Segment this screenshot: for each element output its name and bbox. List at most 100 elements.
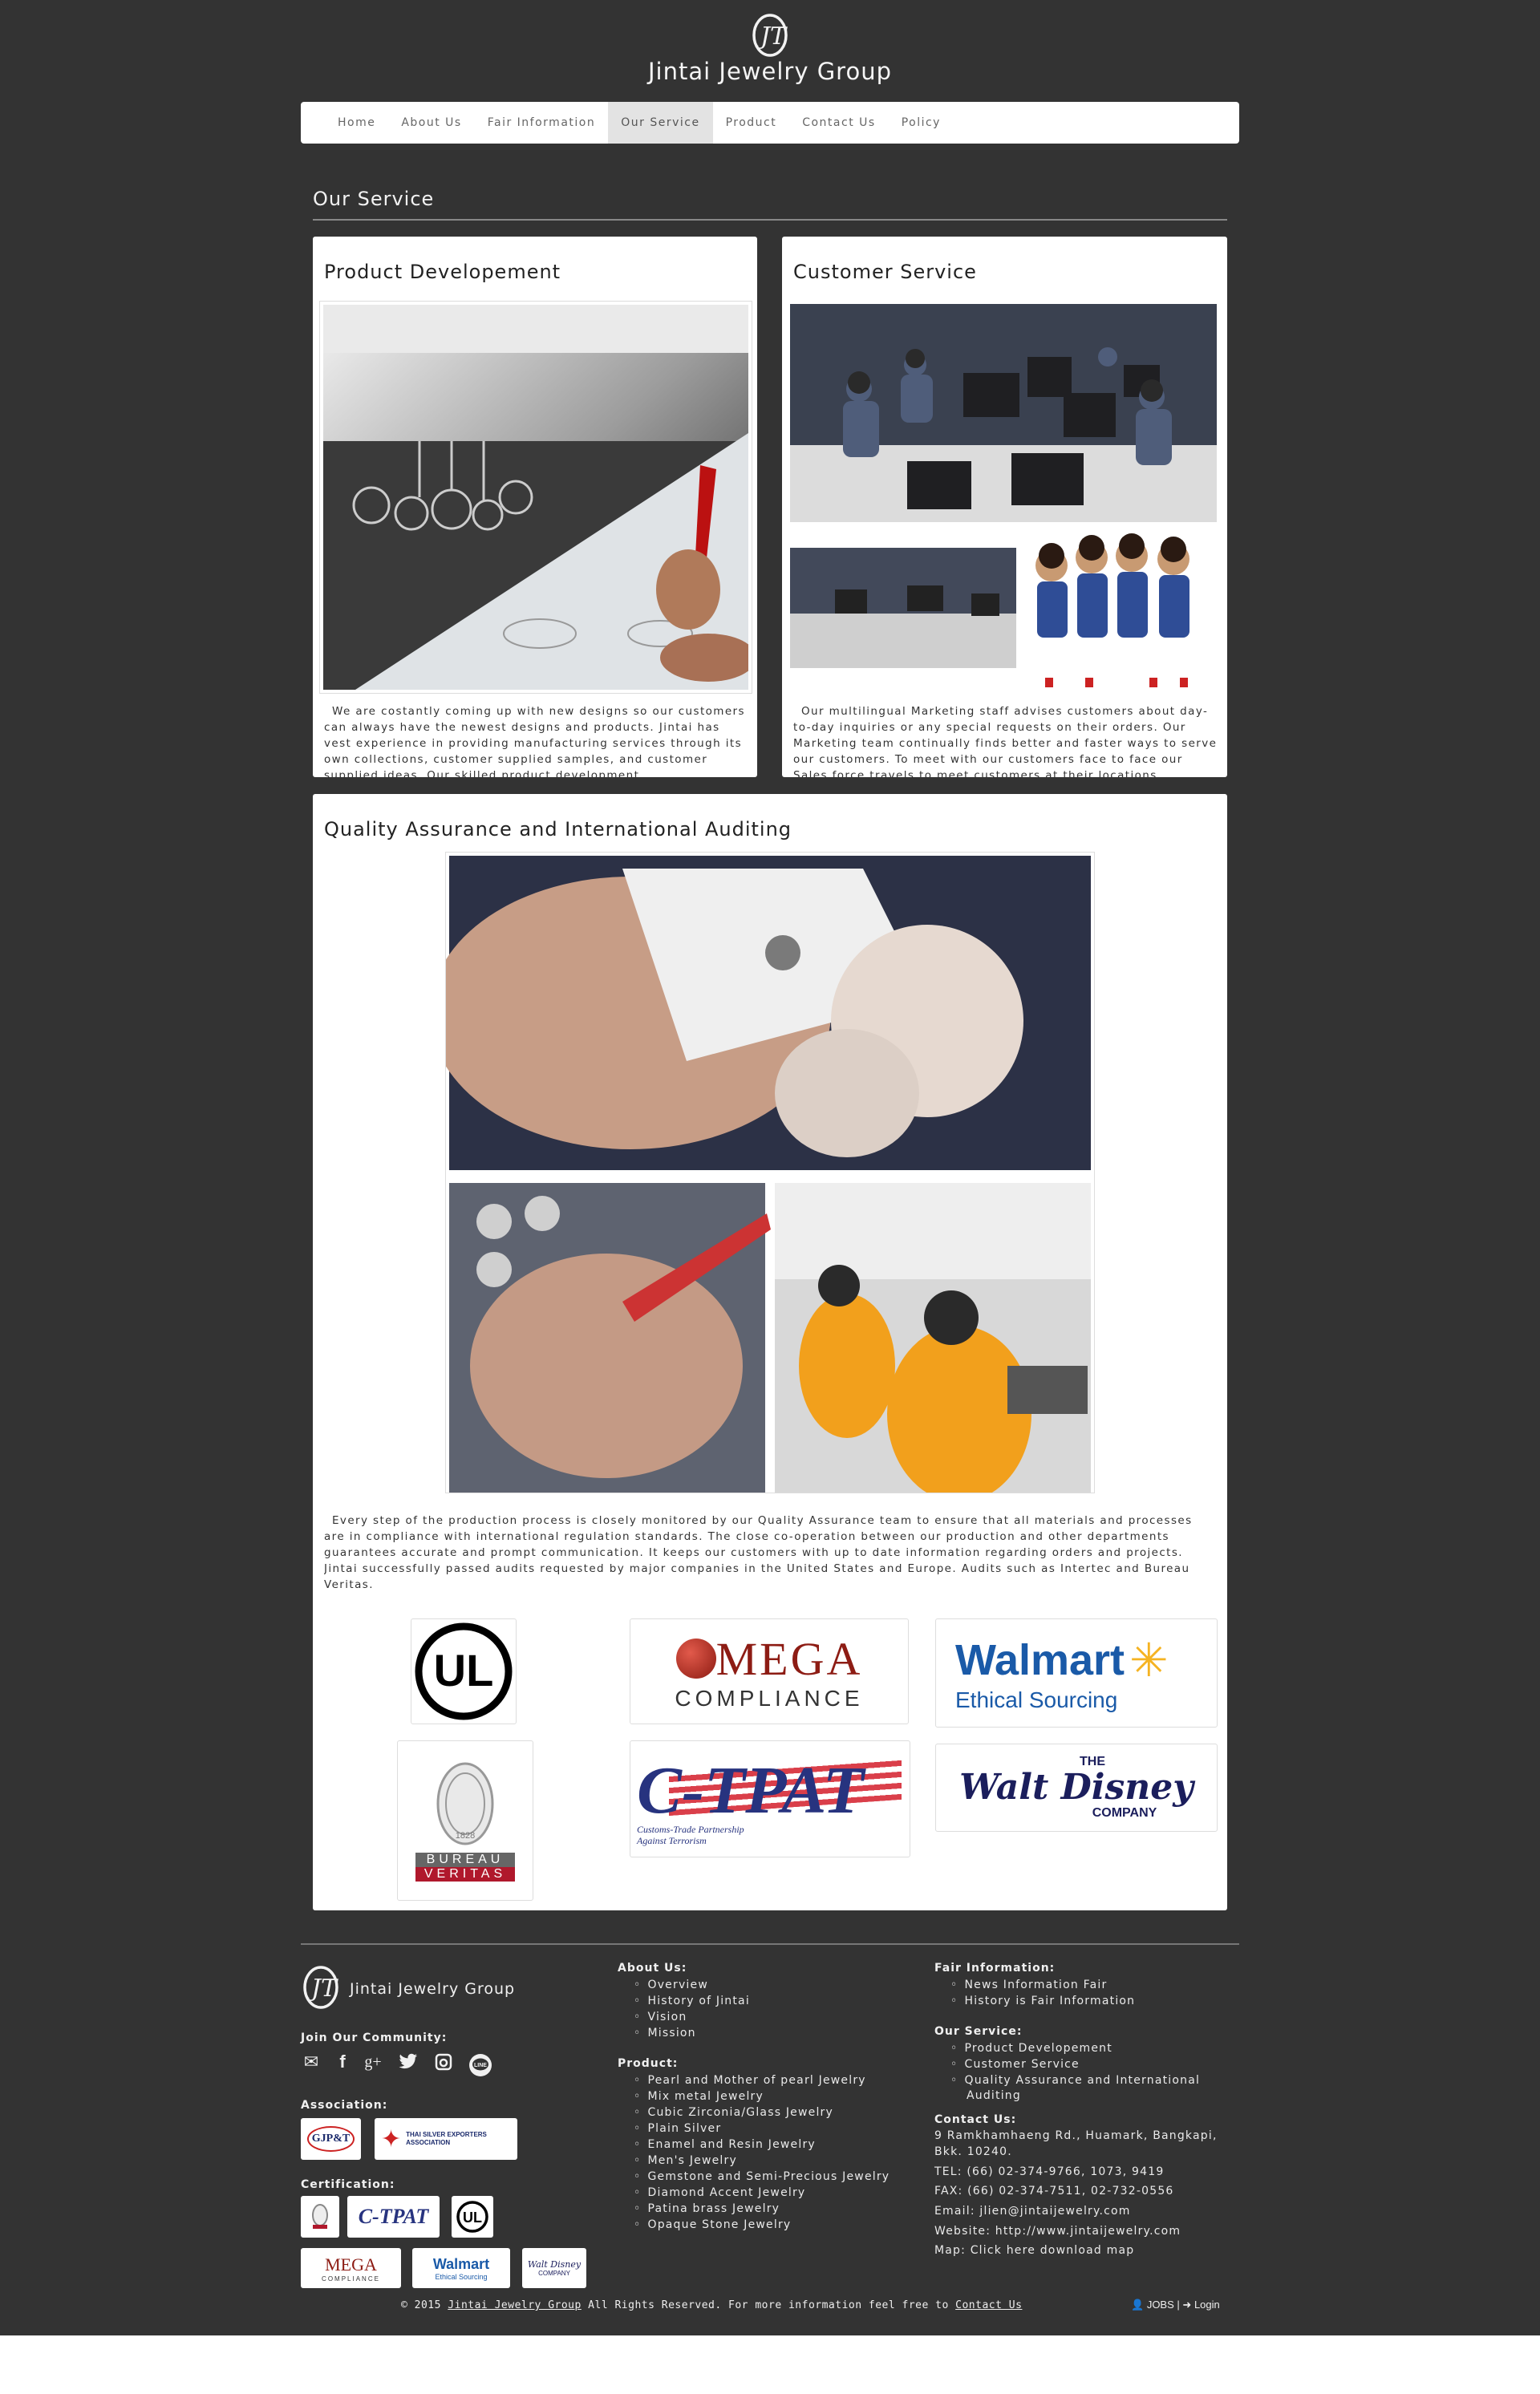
copyright-text: All Rights Reserved. For more informatio… <box>588 2299 949 2311</box>
nav-policy[interactable]: Policy <box>889 102 954 144</box>
footer-link[interactable]: Vision <box>634 2009 750 2025</box>
footer-link[interactable]: Overview <box>634 1977 750 1993</box>
product-links: Pearl and Mother of pearl Jewelry Mix me… <box>634 2072 890 2233</box>
about-heading: About Us: <box>618 1962 687 1975</box>
mail-icon[interactable]: ✉ <box>301 2052 322 2072</box>
disney-sub-text: COMPANY <box>1092 1806 1157 1820</box>
twitter-icon[interactable] <box>398 2052 419 2072</box>
card-title: Product Developement <box>324 261 561 283</box>
footer-link[interactable]: News Information Fair <box>950 1977 1135 1993</box>
footer-link[interactable]: Diamond Accent Jewelry <box>634 2185 890 2201</box>
footer-link[interactable]: Mix metal Jewelry <box>634 2088 890 2104</box>
ul-logo: UL <box>411 1618 517 1724</box>
copyright-contact-link[interactable]: Contact Us <box>955 2299 1022 2311</box>
footer-link[interactable]: Pearl and Mother of pearl Jewelry <box>634 2072 890 2088</box>
card-product-development: Product Developement We are costantly co… <box>313 237 757 777</box>
nav-home[interactable]: Home <box>325 102 388 144</box>
footer-link[interactable]: Mission <box>634 2025 750 2041</box>
svg-text:UL: UL <box>463 2210 482 2226</box>
walmart-logo: Walmart ✳ Ethical Sourcing <box>935 1618 1218 1728</box>
card-customer-service: Customer Service Our multilingual Market… <box>782 237 1227 777</box>
customer-description: Our multilingual Marketing staff advises… <box>793 705 1218 777</box>
title-divider <box>313 219 1227 221</box>
thai-silver-text: THAI SILVER EXPORTERS ASSOCIATION <box>406 2131 487 2146</box>
google-plus-icon[interactable]: g+ <box>363 2052 383 2072</box>
footer-divider <box>301 1943 1239 1945</box>
disney-text: Walt Disney <box>959 1767 1194 1808</box>
footer-link[interactable]: Plain Silver <box>634 2121 890 2137</box>
facebook-icon[interactable]: f <box>332 2052 353 2072</box>
mega-compliance-logo: MEGA COMPLIANCE <box>630 1618 909 1724</box>
nav-contact-us[interactable]: Contact Us <box>789 102 888 144</box>
ctpat-logo: C-TPAT Customs-Trade Partnership Against… <box>630 1740 910 1857</box>
footer-link[interactable]: Cubic Zirconia/Glass Jewelry <box>634 2104 890 2121</box>
footer-ctpat-logo: C-TPAT <box>347 2196 440 2238</box>
quality-description: Every step of the production process is … <box>324 1514 1193 1591</box>
quality-inspection-photos <box>446 856 1091 1493</box>
footer-link[interactable]: History is Fair Information <box>950 1993 1135 2009</box>
walmart-subtext: Ethical Sourcing <box>955 1687 1118 1712</box>
nav-product[interactable]: Product <box>713 102 790 144</box>
footer-link[interactable]: Opaque Stone Jewelry <box>634 2217 890 2233</box>
footer-link[interactable]: Customer Service <box>950 2056 1200 2072</box>
jobs-link[interactable]: JOBS <box>1147 2299 1174 2311</box>
footer-link-continuation[interactable]: Auditing <box>967 2089 1021 2102</box>
walt-disney-logo: THE Walt Disney COMPANY <box>935 1744 1218 1832</box>
footer-mega-subtext: COMPLIANCE <box>322 2275 380 2283</box>
nav-our-service[interactable]: Our Service <box>608 102 713 144</box>
footer-bureau-veritas-logo <box>301 2196 339 2238</box>
association-heading: Association: <box>301 2099 388 2112</box>
card-title: Quality Assurance and International Audi… <box>324 818 792 841</box>
footer-link[interactable]: Gemstone and Semi-Precious Jewelry <box>634 2169 890 2185</box>
footer-ul-logo: UL <box>452 2196 493 2238</box>
card-quality-assurance: Quality Assurance and International Audi… <box>313 794 1227 1910</box>
mega-orb-icon <box>675 1639 716 1679</box>
customer-photo-frame <box>787 301 1220 694</box>
footer-link[interactable]: Quality Assurance and International <box>950 2072 1200 2088</box>
thai-silver-icon: ✦ <box>381 2125 402 2153</box>
contact-fax: FAX: (66) 02-374-7511, 02-732-0556 <box>934 2185 1174 2198</box>
jobs-login-bar: 👤 JOBS | ➜ Login <box>1131 2299 1220 2311</box>
contact-map[interactable]: Map: Click here download map <box>934 2244 1134 2257</box>
card-title: Customer Service <box>793 261 977 283</box>
fair-heading: Fair Information: <box>934 1962 1056 1975</box>
contact-email[interactable]: Email: jlien@jintaijewelry.com <box>934 2205 1131 2218</box>
footer-link[interactable]: Men's Jewelry <box>634 2153 890 2169</box>
contact-tel: TEL: (66) 02-374-9766, 1073, 9419 <box>934 2165 1165 2178</box>
footer-link[interactable]: History of Jintai <box>634 1993 750 2009</box>
bureau-veritas-logo: 1828 BUREAU VERITAS <box>397 1740 533 1901</box>
contact-website[interactable]: Website: http://www.jintaijewelry.com <box>934 2225 1181 2238</box>
footer-link[interactable]: Enamel and Resin Jewelry <box>634 2137 890 2153</box>
thai-silver-exporters-logo: ✦ THAI SILVER EXPORTERS ASSOCIATION <box>375 2118 517 2160</box>
nav-about-us[interactable]: About Us <box>388 102 474 144</box>
logo-icon[interactable]: JT <box>750 8 790 59</box>
footer-walmart-subtext: Ethical Sourcing <box>435 2272 488 2281</box>
footer-disney-logo: Walt Disney COMPANY <box>522 2248 586 2288</box>
nav-fair-information[interactable]: Fair Information <box>475 102 608 144</box>
page: JT Jintai Jewelry Group Home About Us Fa… <box>0 0 1540 2335</box>
footer-disney-text: Walt Disney <box>527 2259 582 2270</box>
svg-text:UL: UL <box>434 1645 494 1695</box>
login-link[interactable]: Login <box>1194 2299 1220 2311</box>
footer-link[interactable]: Product Developement <box>950 2040 1200 2056</box>
community-heading: Join Our Community: <box>301 2031 448 2044</box>
certification-heading: Certification: <box>301 2178 395 2191</box>
walmart-text: Walmart <box>955 1636 1125 1684</box>
product-heading: Product: <box>618 2057 679 2070</box>
footer-ctpat-text: C-TPAT <box>358 2205 429 2228</box>
product-description: We are costantly coming up with new desi… <box>324 705 745 777</box>
footer-link[interactable]: Patina brass Jewelry <box>634 2201 890 2217</box>
svg-text:JT: JT <box>306 1975 338 2003</box>
page-title: Our Service <box>313 188 435 210</box>
instagram-icon[interactable] <box>433 2052 454 2072</box>
address-line-1: 9 Ramkhamhaeng Rd., Huamark, Bangkapi, <box>934 2129 1218 2142</box>
line-icon[interactable]: LINE <box>468 2053 492 2077</box>
product-photo-frame <box>319 301 752 694</box>
address-line-2: Bkk. 10240. <box>934 2145 1012 2158</box>
walmart-spark-icon: ✳ <box>1129 1634 1169 1687</box>
contact-heading: Contact Us: <box>934 2113 1017 2126</box>
footer-logo-icon[interactable]: JT <box>301 1960 341 2011</box>
ctpat-text: C-TPAT <box>637 1753 865 1828</box>
user-icon: 👤 <box>1131 2299 1145 2311</box>
copyright-company-link[interactable]: Jintai Jewelry Group <box>448 2299 582 2311</box>
